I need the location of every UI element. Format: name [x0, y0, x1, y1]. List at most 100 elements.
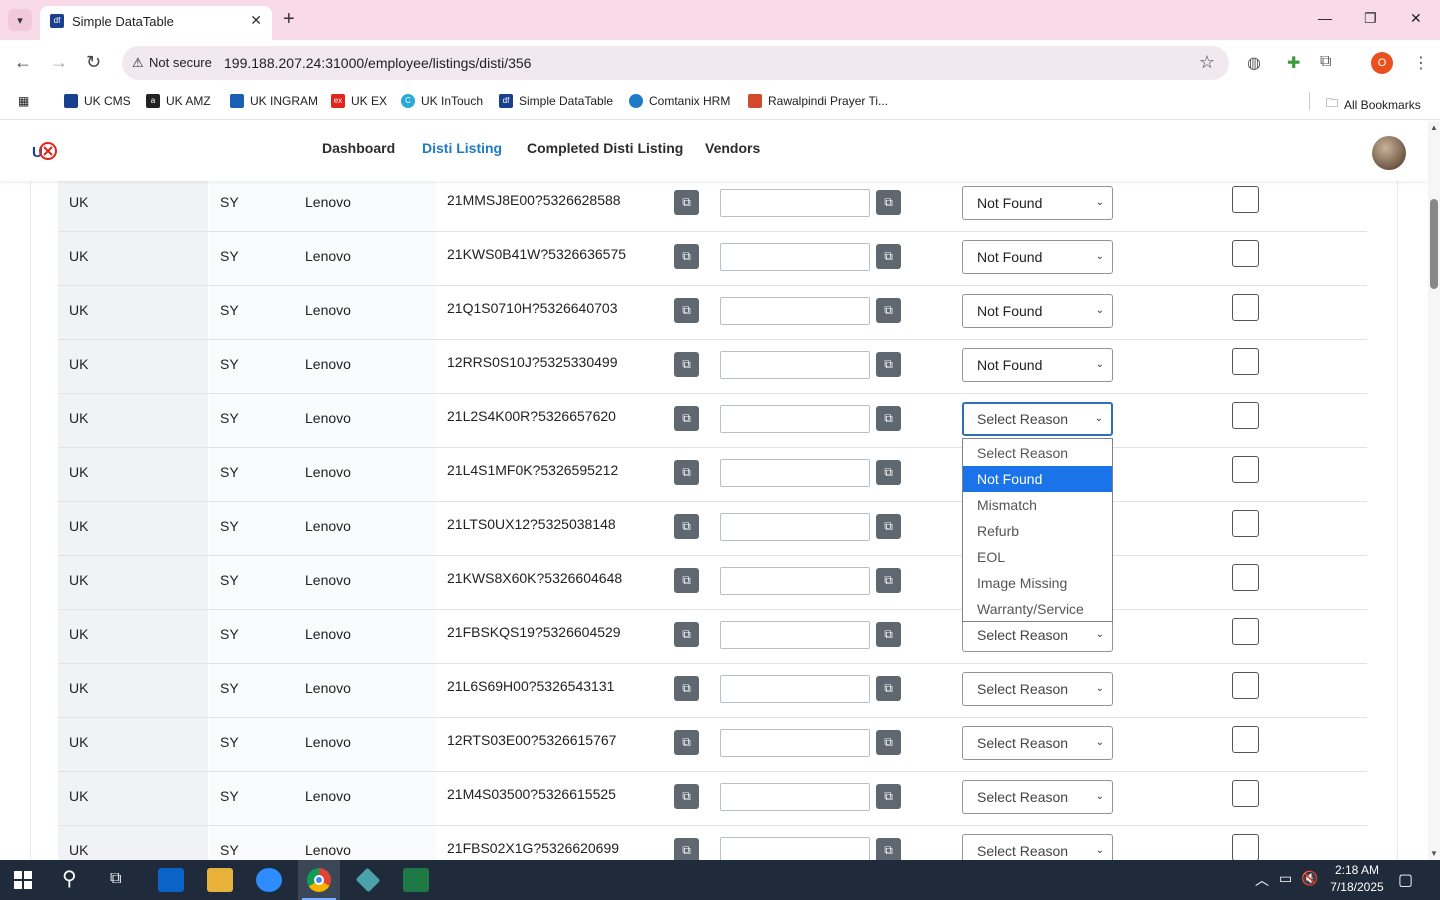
- copy-value-button[interactable]: ⧉: [876, 460, 901, 485]
- notifications-icon[interactable]: ▢: [1398, 870, 1413, 890]
- reload-icon[interactable]: ↻: [86, 52, 101, 73]
- scroll-up-icon[interactable]: ▲: [1430, 123, 1438, 132]
- row-checkbox[interactable]: [1232, 402, 1259, 429]
- scroll-down-icon[interactable]: ▼: [1430, 849, 1438, 858]
- value-input[interactable]: [720, 837, 870, 860]
- forward-arrow-icon[interactable]: →: [50, 52, 68, 73]
- minimize-icon[interactable]: —: [1318, 10, 1332, 26]
- file-explorer-icon[interactable]: [207, 868, 233, 892]
- url-text[interactable]: 199.188.207.24:31000/employee/listings/d…: [224, 55, 531, 71]
- copy-value-button[interactable]: ⧉: [876, 352, 901, 377]
- copy-value-button[interactable]: ⧉: [876, 298, 901, 323]
- tray-chevron-icon[interactable]: ︿: [1255, 870, 1269, 890]
- nav-completed-disti-listing[interactable]: Completed Disti Listing: [527, 140, 683, 156]
- row-checkbox[interactable]: [1232, 672, 1259, 699]
- reason-dropdown-list[interactable]: Select Reason Not Found Mismatch Refurb EOL I…: [962, 438, 1113, 622]
- reason-select[interactable]: Select Reason ⌄: [962, 672, 1113, 706]
- reason-option[interactable]: EOL: [963, 544, 1112, 570]
- copy-sku-button[interactable]: ⧉: [674, 676, 699, 701]
- row-checkbox[interactable]: [1232, 240, 1259, 267]
- value-input[interactable]: [720, 459, 870, 487]
- nav-dashboard[interactable]: Dashboard: [322, 140, 395, 156]
- zoom-icon[interactable]: [256, 868, 282, 892]
- close-tab-icon[interactable]: ✕: [250, 12, 262, 29]
- value-input[interactable]: [720, 243, 870, 271]
- apps-grid-icon[interactable]: ▦: [18, 94, 29, 108]
- tab-search-chevron-icon[interactable]: ▾: [8, 9, 32, 31]
- nav-vendors[interactable]: Vendors: [705, 140, 760, 156]
- excel-icon[interactable]: [403, 868, 429, 892]
- windows-start-icon[interactable]: [14, 871, 32, 889]
- reason-select[interactable]: Select Reason ⌄: [962, 726, 1113, 760]
- row-checkbox[interactable]: [1232, 348, 1259, 375]
- all-bookmarks[interactable]: 🗀 All Bookmarks: [1326, 94, 1421, 115]
- value-input[interactable]: [720, 567, 870, 595]
- copy-value-button[interactable]: ⧉: [876, 406, 901, 431]
- bookmark-uk-amz[interactable]: a UK AMZ: [146, 94, 211, 108]
- row-checkbox[interactable]: [1232, 456, 1259, 483]
- row-checkbox[interactable]: [1232, 834, 1259, 860]
- nav-disti-listing[interactable]: Disti Listing: [422, 140, 502, 156]
- menu-kebab-icon[interactable]: ⋮: [1413, 53, 1429, 73]
- copy-value-button[interactable]: ⧉: [876, 244, 901, 269]
- copy-sku-button[interactable]: ⧉: [674, 784, 699, 809]
- reason-option[interactable]: Image Missing: [963, 570, 1112, 596]
- close-window-icon[interactable]: ✕: [1410, 10, 1422, 27]
- bookmark-comtanix-hrm[interactable]: Comtanix HRM: [629, 94, 730, 108]
- address-bar[interactable]: ⚠ Not secure 199.188.207.24:31000/employ…: [122, 46, 1229, 80]
- copy-sku-button[interactable]: ⧉: [674, 730, 699, 755]
- translate-globe-icon[interactable]: ◍: [1247, 53, 1261, 73]
- value-input[interactable]: [720, 675, 870, 703]
- value-input[interactable]: [720, 297, 870, 325]
- user-avatar[interactable]: [1372, 136, 1406, 170]
- copy-sku-button[interactable]: ⧉: [674, 460, 699, 485]
- value-input[interactable]: [720, 189, 870, 217]
- reason-select[interactable]: Not Found ⌄: [962, 186, 1113, 220]
- app-diamond-icon[interactable]: [355, 867, 381, 893]
- bookmark-rawalpindi-prayer[interactable]: Rawalpindi Prayer Ti...: [748, 94, 888, 108]
- row-checkbox[interactable]: [1232, 780, 1259, 807]
- reason-option[interactable]: Select Reason: [963, 440, 1112, 466]
- bookmark-uk-ex[interactable]: ex UK EX: [331, 94, 387, 108]
- row-checkbox[interactable]: [1232, 186, 1259, 213]
- row-checkbox[interactable]: [1232, 564, 1259, 591]
- copy-sku-button[interactable]: ⧉: [674, 514, 699, 539]
- profile-avatar[interactable]: O: [1371, 52, 1393, 74]
- chrome-taskbar-button[interactable]: [298, 860, 340, 900]
- copy-value-button[interactable]: ⧉: [876, 730, 901, 755]
- new-tab-button[interactable]: +: [283, 8, 295, 30]
- reason-select[interactable]: Not Found ⌄: [962, 348, 1113, 382]
- uk-logo-icon[interactable]: U: [32, 139, 58, 163]
- restore-icon[interactable]: ❐: [1364, 10, 1377, 27]
- copy-sku-button[interactable]: ⧉: [674, 622, 699, 647]
- reason-select[interactable]: Not Found ⌄: [962, 294, 1113, 328]
- copy-sku-button[interactable]: ⧉: [674, 190, 699, 215]
- task-view-icon[interactable]: ⧉: [110, 870, 121, 888]
- reason-select[interactable]: Not Found ⌄: [962, 240, 1113, 274]
- value-input[interactable]: [720, 513, 870, 541]
- scrollbar-thumb[interactable]: [1430, 199, 1438, 289]
- security-label[interactable]: Not secure: [149, 55, 212, 70]
- copy-value-button[interactable]: ⧉: [876, 784, 901, 809]
- reason-select[interactable]: Select Reason ⌄: [962, 834, 1113, 860]
- page-scrollbar[interactable]: ▲ ▼: [1428, 121, 1440, 860]
- copy-value-button[interactable]: ⧉: [876, 676, 901, 701]
- bookmark-star-icon[interactable]: ☆: [1199, 52, 1215, 73]
- bookmark-uk-intouch[interactable]: C UK InTouch: [401, 94, 483, 108]
- browser-tab[interactable]: df Simple DataTable ✕: [40, 6, 272, 40]
- extensions-puzzle-icon[interactable]: ⧉: [1320, 53, 1331, 71]
- network-icon[interactable]: ▭: [1279, 870, 1292, 887]
- row-checkbox[interactable]: [1232, 618, 1259, 645]
- copy-value-button[interactable]: ⧉: [876, 838, 901, 860]
- reason-select[interactable]: Select Reason ⌄: [962, 618, 1113, 652]
- copy-sku-button[interactable]: ⧉: [674, 838, 699, 860]
- copy-value-button[interactable]: ⧉: [876, 190, 901, 215]
- copy-value-button[interactable]: ⧉: [876, 568, 901, 593]
- reason-option[interactable]: Mismatch: [963, 492, 1112, 518]
- reason-option[interactable]: Not Found: [963, 466, 1112, 492]
- copy-sku-button[interactable]: ⧉: [674, 244, 699, 269]
- search-icon[interactable]: ⚲: [62, 866, 77, 891]
- copy-sku-button[interactable]: ⧉: [674, 406, 699, 431]
- copy-value-button[interactable]: ⧉: [876, 514, 901, 539]
- system-clock[interactable]: 2:18 AM 7/18/2025: [1322, 862, 1392, 896]
